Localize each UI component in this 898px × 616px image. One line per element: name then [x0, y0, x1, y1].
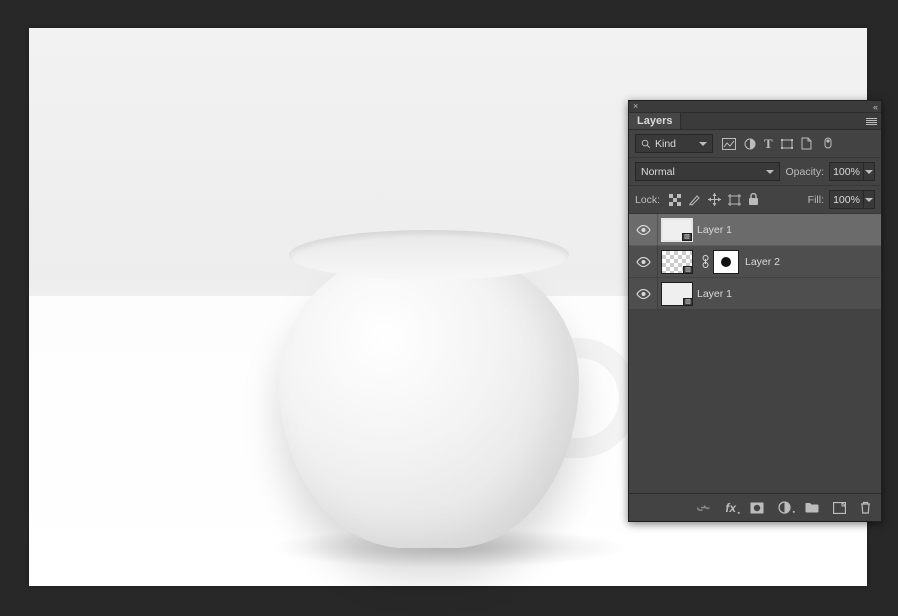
fill-label: Fill:: [808, 194, 824, 206]
close-icon[interactable]: ×: [633, 102, 638, 111]
chevron-down-icon: [865, 170, 873, 174]
smartobject-badge-icon: ▧: [683, 266, 693, 274]
lock-position-icon[interactable]: [708, 193, 721, 206]
filter-kind-label: Kind: [655, 138, 676, 150]
layer-mask-thumbnail[interactable]: [713, 250, 739, 274]
link-layers-icon[interactable]: [696, 502, 711, 513]
filter-type-icon[interactable]: T: [764, 136, 773, 152]
collapse-panel-icon[interactable]: ‹‹: [873, 102, 877, 112]
mug-illustration: [279, 218, 599, 548]
lock-all-icon[interactable]: [748, 193, 759, 206]
layer-thumbnail[interactable]: ▧: [661, 282, 693, 306]
smartobject-badge-icon: ▧: [682, 233, 692, 241]
smartobject-badge-icon: ▧: [683, 298, 693, 306]
panel-bottom-toolbar: fx▪ ▪: [629, 493, 881, 521]
blend-mode-value: Normal: [641, 166, 675, 178]
chevron-down-icon: [699, 142, 707, 146]
opacity-label: Opacity:: [785, 166, 824, 178]
chevron-down-icon: [865, 198, 873, 202]
visibility-eye-icon[interactable]: [629, 225, 657, 235]
fill-input[interactable]: 100%: [829, 190, 875, 209]
blend-mode-dropdown[interactable]: Normal: [635, 162, 780, 181]
search-icon: [641, 139, 651, 149]
lock-bar: Lock: Fill: 100%: [629, 186, 881, 214]
layer-thumbnail[interactable]: ▧: [661, 218, 693, 242]
opacity-input[interactable]: 100%: [829, 162, 875, 181]
filter-pixel-icon[interactable]: [722, 138, 736, 150]
add-mask-icon[interactable]: [750, 502, 764, 514]
layer-name[interactable]: Layer 1: [697, 224, 732, 236]
filter-adjustment-icon[interactable]: [744, 138, 756, 150]
layer-name[interactable]: Layer 2: [745, 256, 780, 268]
filter-smartobject-icon[interactable]: [801, 137, 812, 150]
visibility-eye-icon[interactable]: [629, 289, 657, 299]
visibility-eye-icon[interactable]: [629, 257, 657, 267]
panel-topbar: × ‹‹: [629, 101, 881, 113]
layer-name[interactable]: Layer 1: [697, 288, 732, 300]
layer-fx-icon[interactable]: fx▪: [725, 501, 736, 515]
lock-label: Lock:: [635, 194, 660, 206]
layer-row[interactable]: ▧ Layer 1: [629, 214, 881, 246]
adjustment-layer-icon[interactable]: ▪: [778, 501, 791, 514]
layers-panel: × ‹‹ Layers Kind T Normal Opacity: 100%: [628, 100, 882, 522]
layer-row[interactable]: ▧ Layer 1: [629, 278, 881, 310]
opacity-value: 100%: [833, 166, 860, 178]
layers-list: ▧ Layer 1 ▧ Layer 2 ▧ Layer 1: [629, 214, 881, 310]
delete-layer-icon[interactable]: [860, 501, 871, 514]
layer-row[interactable]: ▧ Layer 2: [629, 246, 881, 278]
lock-pixels-icon[interactable]: [688, 193, 701, 206]
new-group-icon[interactable]: [805, 502, 819, 513]
mask-link-icon[interactable]: [700, 255, 710, 268]
tab-layers[interactable]: Layers: [629, 113, 681, 129]
filter-kind-dropdown[interactable]: Kind: [635, 134, 713, 153]
fill-value: 100%: [833, 194, 860, 206]
lock-transparency-icon[interactable]: [669, 194, 681, 206]
new-layer-icon[interactable]: [833, 502, 846, 514]
layer-thumbnail[interactable]: ▧: [661, 250, 693, 274]
filter-toggle-icon[interactable]: [822, 137, 834, 151]
chevron-down-icon: [766, 170, 774, 174]
blend-bar: Normal Opacity: 100%: [629, 158, 881, 186]
filter-shape-icon[interactable]: [781, 138, 793, 150]
lock-artboard-icon[interactable]: [728, 194, 741, 206]
panel-menu-icon[interactable]: [866, 118, 877, 125]
panel-tabbar: Layers: [629, 113, 881, 130]
filter-bar: Kind T: [629, 130, 881, 158]
